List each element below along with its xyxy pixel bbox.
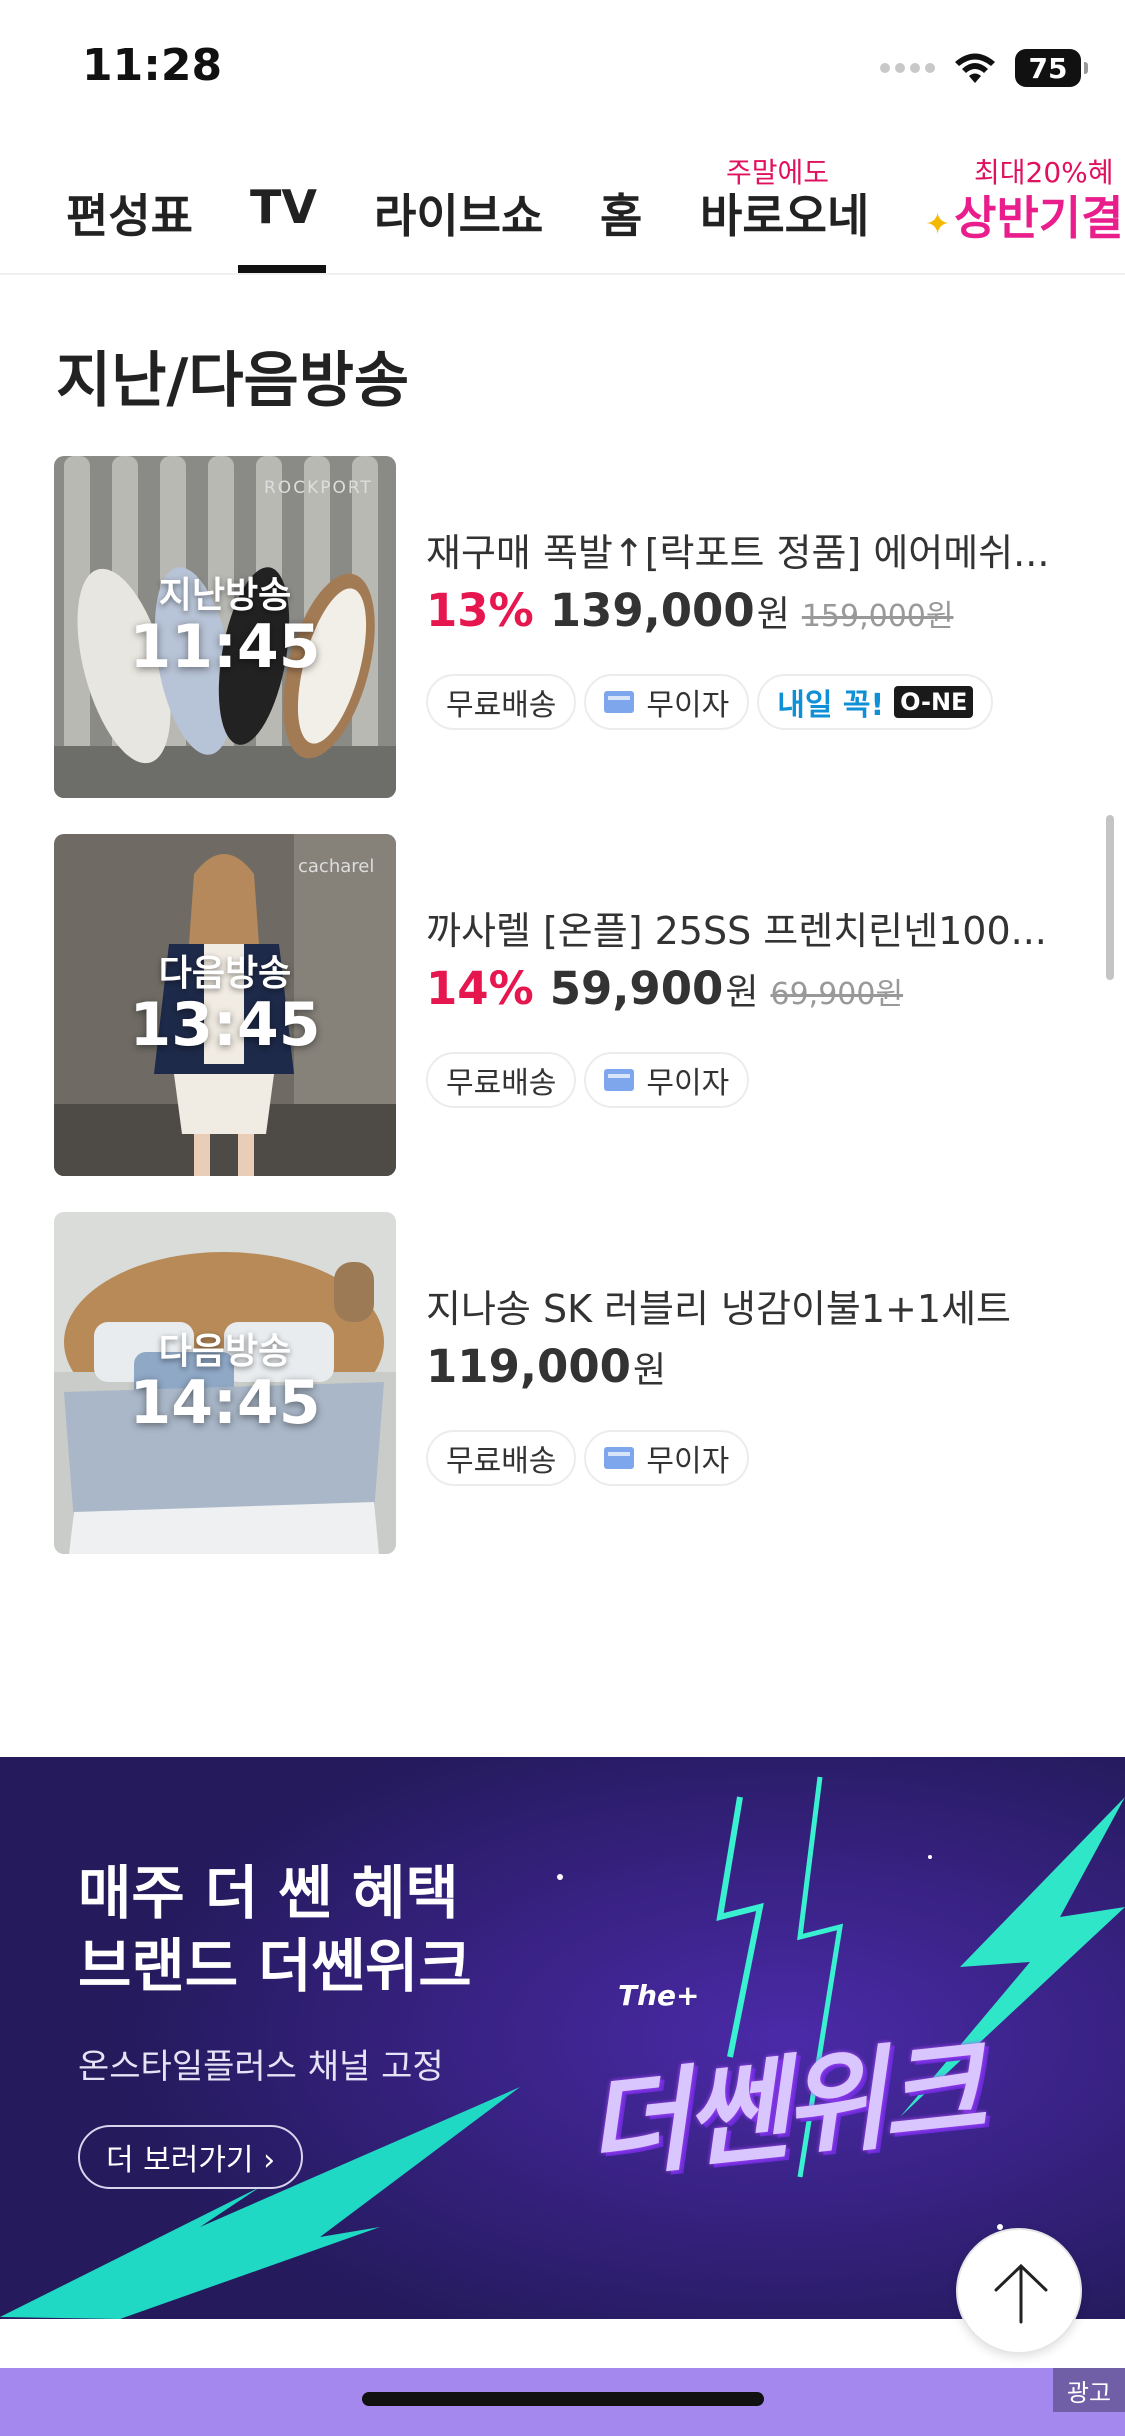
battery-icon: 75 — [1015, 49, 1088, 87]
discount-rate: 13% — [426, 584, 534, 637]
broadcast-time: 13:45 — [129, 990, 321, 1060]
product-title[interactable]: 까사렐 [온플] 25SS 프렌치린넨100... — [426, 900, 1076, 955]
arrow-up-icon — [994, 2263, 1048, 2324]
status-time: 11:28 — [82, 40, 223, 91]
discount-rate: 14% — [426, 962, 534, 1015]
signal-icon — [880, 63, 935, 73]
card-icon — [604, 1447, 635, 1469]
no-interest-tag: 무이자 — [584, 1430, 750, 1486]
free-shipping-tag: 무료배송 — [426, 1052, 577, 1108]
product-thumbnail[interactable]: cacharel 다음방송 13:45 — [54, 834, 396, 1176]
price-line: 14% 59,900 원 69,900원 — [426, 962, 903, 1015]
benefit-tags: 무료배송 무이자 — [426, 1052, 750, 1108]
brand-logo: cacharel — [298, 856, 375, 877]
tab-schedule[interactable]: 편성표 — [66, 180, 193, 246]
no-interest-tag: 무이자 — [584, 674, 750, 730]
price-line: 119,000 원 — [426, 1340, 666, 1393]
home-indicator — [362, 2392, 764, 2406]
tab-liveshow[interactable]: 라이브쇼 — [374, 180, 543, 246]
next-day-delivery-tag: 내일 꼭! O-NE — [757, 674, 994, 730]
sale-price: 139,000 — [549, 584, 755, 637]
product-title[interactable]: 재구매 폭발↑[락포트 정품] 에어메쉬... — [426, 522, 1076, 577]
brand-logo: ROCKPORT — [264, 478, 373, 498]
no-interest-label: 무이자 — [646, 1066, 730, 1101]
banner-headline-line1: 매주 더 쎈 혜택 — [78, 1859, 459, 1927]
price-unit: 원 — [632, 1350, 667, 1391]
section-title: 지난/다음방송 — [56, 346, 410, 416]
price-unit: 원 — [725, 972, 759, 1013]
card-icon — [604, 1069, 635, 1091]
card-icon — [604, 691, 635, 713]
tab-active-indicator — [238, 265, 326, 273]
next-day-label: 내일 꼭! — [777, 688, 885, 723]
ad-label: 광고 — [1053, 2368, 1125, 2412]
broadcast-status: 다음방송 — [158, 953, 292, 994]
broadcast-time: 11:45 — [129, 612, 321, 682]
free-shipping-tag: 무료배송 — [426, 1430, 577, 1486]
benefit-tags: 무료배송 무이자 — [426, 1430, 750, 1486]
tab-baroone[interactable]: 바로오네 — [700, 180, 869, 246]
broadcast-status: 지난방송 — [158, 575, 292, 616]
product-thumbnail[interactable]: 다음방송 14:45 — [54, 1212, 396, 1554]
wifi-icon — [955, 53, 995, 83]
broadcast-status: 다음방송 — [158, 1331, 292, 1372]
banner-subtitle: 온스타일플러스 채널 고정 — [78, 2047, 444, 2087]
one-logo: O-NE — [894, 686, 974, 718]
sparkle-icon: ✦ — [925, 207, 951, 242]
banner-headline: 매주 더 쎈 혜택 브랜드 더쎈위크 — [78, 1857, 472, 2002]
sale-price: 119,000 — [426, 1340, 631, 1393]
banner-logo-small: The+ — [618, 1979, 700, 2012]
original-price: 159,000원 — [801, 599, 954, 634]
banner-more-button[interactable]: 더 보러가기 › — [78, 2125, 304, 2189]
tab-event-label: 상반기결 — [954, 191, 1124, 245]
promo-banner[interactable]: 매주 더 쎈 혜택 브랜드 더쎈위크 온스타일플러스 채널 고정 더 보러가기 … — [0, 1757, 1125, 2319]
tab-event[interactable]: ✦상반기결 — [925, 182, 1123, 248]
product-thumbnail[interactable]: ROCKPORT 지난방송 11:45 — [54, 456, 396, 798]
broadcast-time: 14:45 — [129, 1368, 321, 1438]
no-interest-label: 무이자 — [646, 688, 730, 723]
original-price: 69,900원 — [770, 977, 904, 1012]
status-icons: 75 — [880, 46, 1088, 90]
product-title[interactable]: 지나송 SK 러블리 냉감이불1+1세트 — [426, 1278, 1076, 1333]
tab-tv[interactable]: TV — [250, 180, 317, 234]
tab-home[interactable]: 홈 — [600, 180, 642, 246]
broadcast-item[interactable]: cacharel 다음방송 13:45 까사렐 [온플] 25SS 프렌치린넨1… — [54, 834, 1074, 1176]
broadcast-item[interactable]: 다음방송 14:45 지나송 SK 러블리 냉감이불1+1세트 119,000 … — [54, 1212, 1074, 1554]
banner-headline-line2: 브랜드 더쎈위크 — [78, 1931, 472, 2000]
scrollbar[interactable] — [1106, 815, 1114, 980]
status-bar: 11:28 75 — [0, 0, 1125, 135]
category-tabs: 편성표 TV 라이브쇼 홈 주말에도 바로오네 최대20%혜 ✦상반기결 — [0, 135, 1125, 275]
sale-price: 59,900 — [549, 962, 724, 1015]
benefit-tags: 무료배송 무이자 내일 꼭! O-NE — [426, 674, 994, 730]
scroll-to-top-button[interactable] — [956, 2228, 1082, 2354]
broadcast-item[interactable]: ROCKPORT 지난방송 11:45 재구매 폭발↑[락포트 정품] 에어메쉬… — [54, 456, 1074, 798]
price-line: 13% 139,000 원 159,000원 — [426, 584, 953, 637]
free-shipping-tag: 무료배송 — [426, 674, 577, 730]
no-interest-label: 무이자 — [646, 1444, 730, 1479]
no-interest-tag: 무이자 — [584, 1052, 750, 1108]
price-unit: 원 — [756, 594, 790, 635]
